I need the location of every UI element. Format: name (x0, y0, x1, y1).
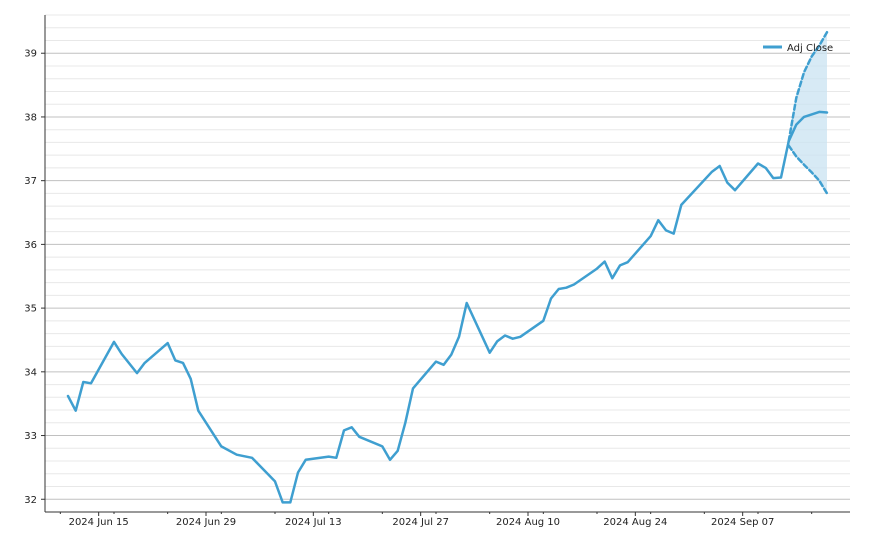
chart-container: 32 33 34 35 36 37 38 39 2024 Jun 15 2024 Jun 29 20… (0, 0, 870, 550)
legend: Adj Close (763, 43, 833, 54)
y-tick-label: 37 (24, 176, 37, 187)
tick-labels: 32 33 34 35 36 37 38 39 2024 Jun 15 2024 Jun 29 20… (24, 49, 774, 528)
legend-label: Adj Close (787, 43, 833, 54)
x-tick-label: 2024 Aug 10 (496, 517, 560, 528)
x-tick-label: 2024 Sep 07 (711, 517, 774, 528)
series-layer (66, 30, 829, 504)
y-tick-label: 35 (24, 304, 37, 315)
y-tick-label: 33 (24, 431, 37, 442)
line-chart: 32 33 34 35 36 37 38 39 2024 Jun 15 2024 Jun 29 20… (24, 14, 850, 528)
y-tick-label: 34 (24, 367, 37, 378)
x-tick-label: 2024 Jul 13 (285, 517, 342, 528)
axes (41, 15, 850, 516)
y-tick-label: 32 (24, 495, 37, 506)
y-tick-label: 36 (24, 240, 37, 251)
y-tick-label: 38 (24, 112, 37, 123)
x-tick-label: 2024 Aug 24 (603, 517, 667, 528)
x-tick-label: 2024 Jun 15 (69, 517, 129, 528)
x-tick-label: 2024 Jun 29 (176, 517, 236, 528)
y-tick-label: 39 (24, 49, 37, 60)
x-tick-label: 2024 Jul 27 (392, 517, 449, 528)
grid (45, 14, 850, 500)
